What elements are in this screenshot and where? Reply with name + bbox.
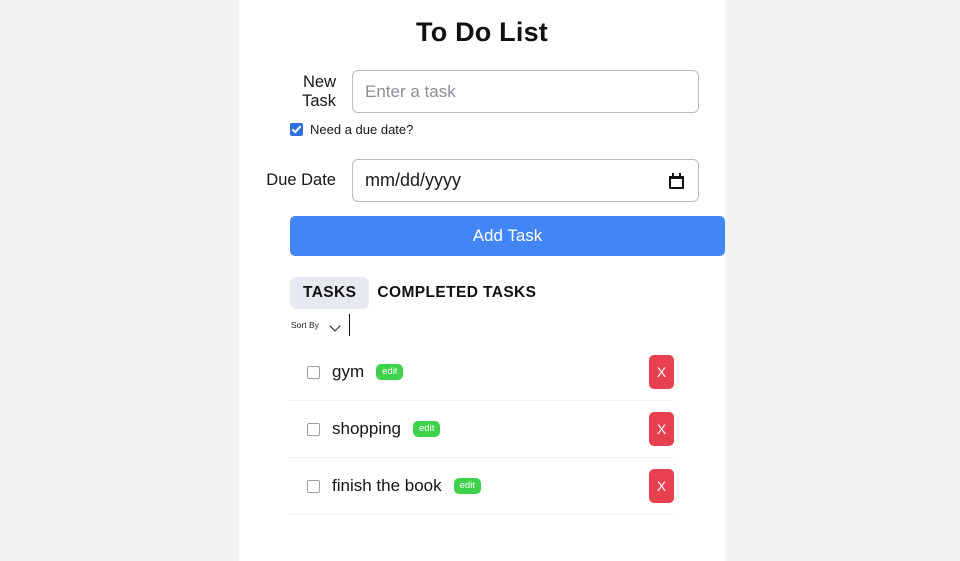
task-checkbox[interactable] [307, 365, 320, 379]
edit-task-button[interactable]: edit [413, 420, 441, 438]
task-label: shopping [332, 419, 402, 438]
sort-by-label: Sort By [291, 320, 319, 330]
due-date-value: mm/dd/yyyy [365, 170, 462, 190]
sort-by-select[interactable]: Sort By [291, 320, 341, 330]
task-label: finish the book [332, 476, 442, 495]
delete-task-button[interactable]: X [649, 469, 674, 503]
new-task-label: New Task [302, 72, 336, 110]
table-row: finish the book edit X [290, 458, 674, 515]
tab-bar: TASKS COMPLETED TASKS [265, 277, 699, 309]
need-due-date-checkbox[interactable] [290, 123, 303, 136]
due-date-row: Due Date mm/dd/yyyy [265, 159, 699, 202]
card-inner: To Do List New Task Enter a task Need a … [239, 0, 725, 515]
sort-row: Sort By [265, 314, 699, 336]
delete-task-button[interactable]: X [649, 412, 674, 446]
text-caret [348, 314, 350, 336]
need-due-date-label: Need a due date? [310, 122, 414, 137]
chevron-down-icon[interactable] [330, 322, 341, 329]
task-checkbox[interactable] [307, 422, 320, 436]
task-list: gym edit X shopping edit X finish the bo… [265, 344, 699, 515]
task-label: gym [332, 362, 365, 381]
todo-card: To Do List New Task Enter a task Need a … [239, 0, 725, 561]
table-row: gym edit X [290, 344, 674, 401]
need-due-date-row[interactable]: Need a due date? [265, 122, 699, 137]
page-title: To Do List [416, 17, 548, 47]
add-task-button[interactable]: Add Task [290, 216, 725, 256]
new-task-row: New Task Enter a task [265, 70, 699, 113]
edit-task-button[interactable]: edit [376, 363, 404, 381]
edit-task-button[interactable]: edit [453, 477, 481, 495]
due-date-label: Due Date [266, 171, 336, 189]
due-date-input[interactable]: mm/dd/yyyy [352, 159, 699, 202]
new-task-input[interactable]: Enter a task [352, 70, 699, 113]
tab-completed-tasks[interactable]: COMPLETED TASKS [369, 277, 549, 309]
page-root: To Do List New Task Enter a task Need a … [0, 0, 960, 561]
tab-tasks[interactable]: TASKS [290, 277, 370, 309]
task-checkbox[interactable] [307, 479, 320, 493]
table-row: shopping edit X [290, 401, 674, 458]
calendar-icon[interactable] [669, 172, 684, 189]
delete-task-button[interactable]: X [649, 355, 674, 389]
